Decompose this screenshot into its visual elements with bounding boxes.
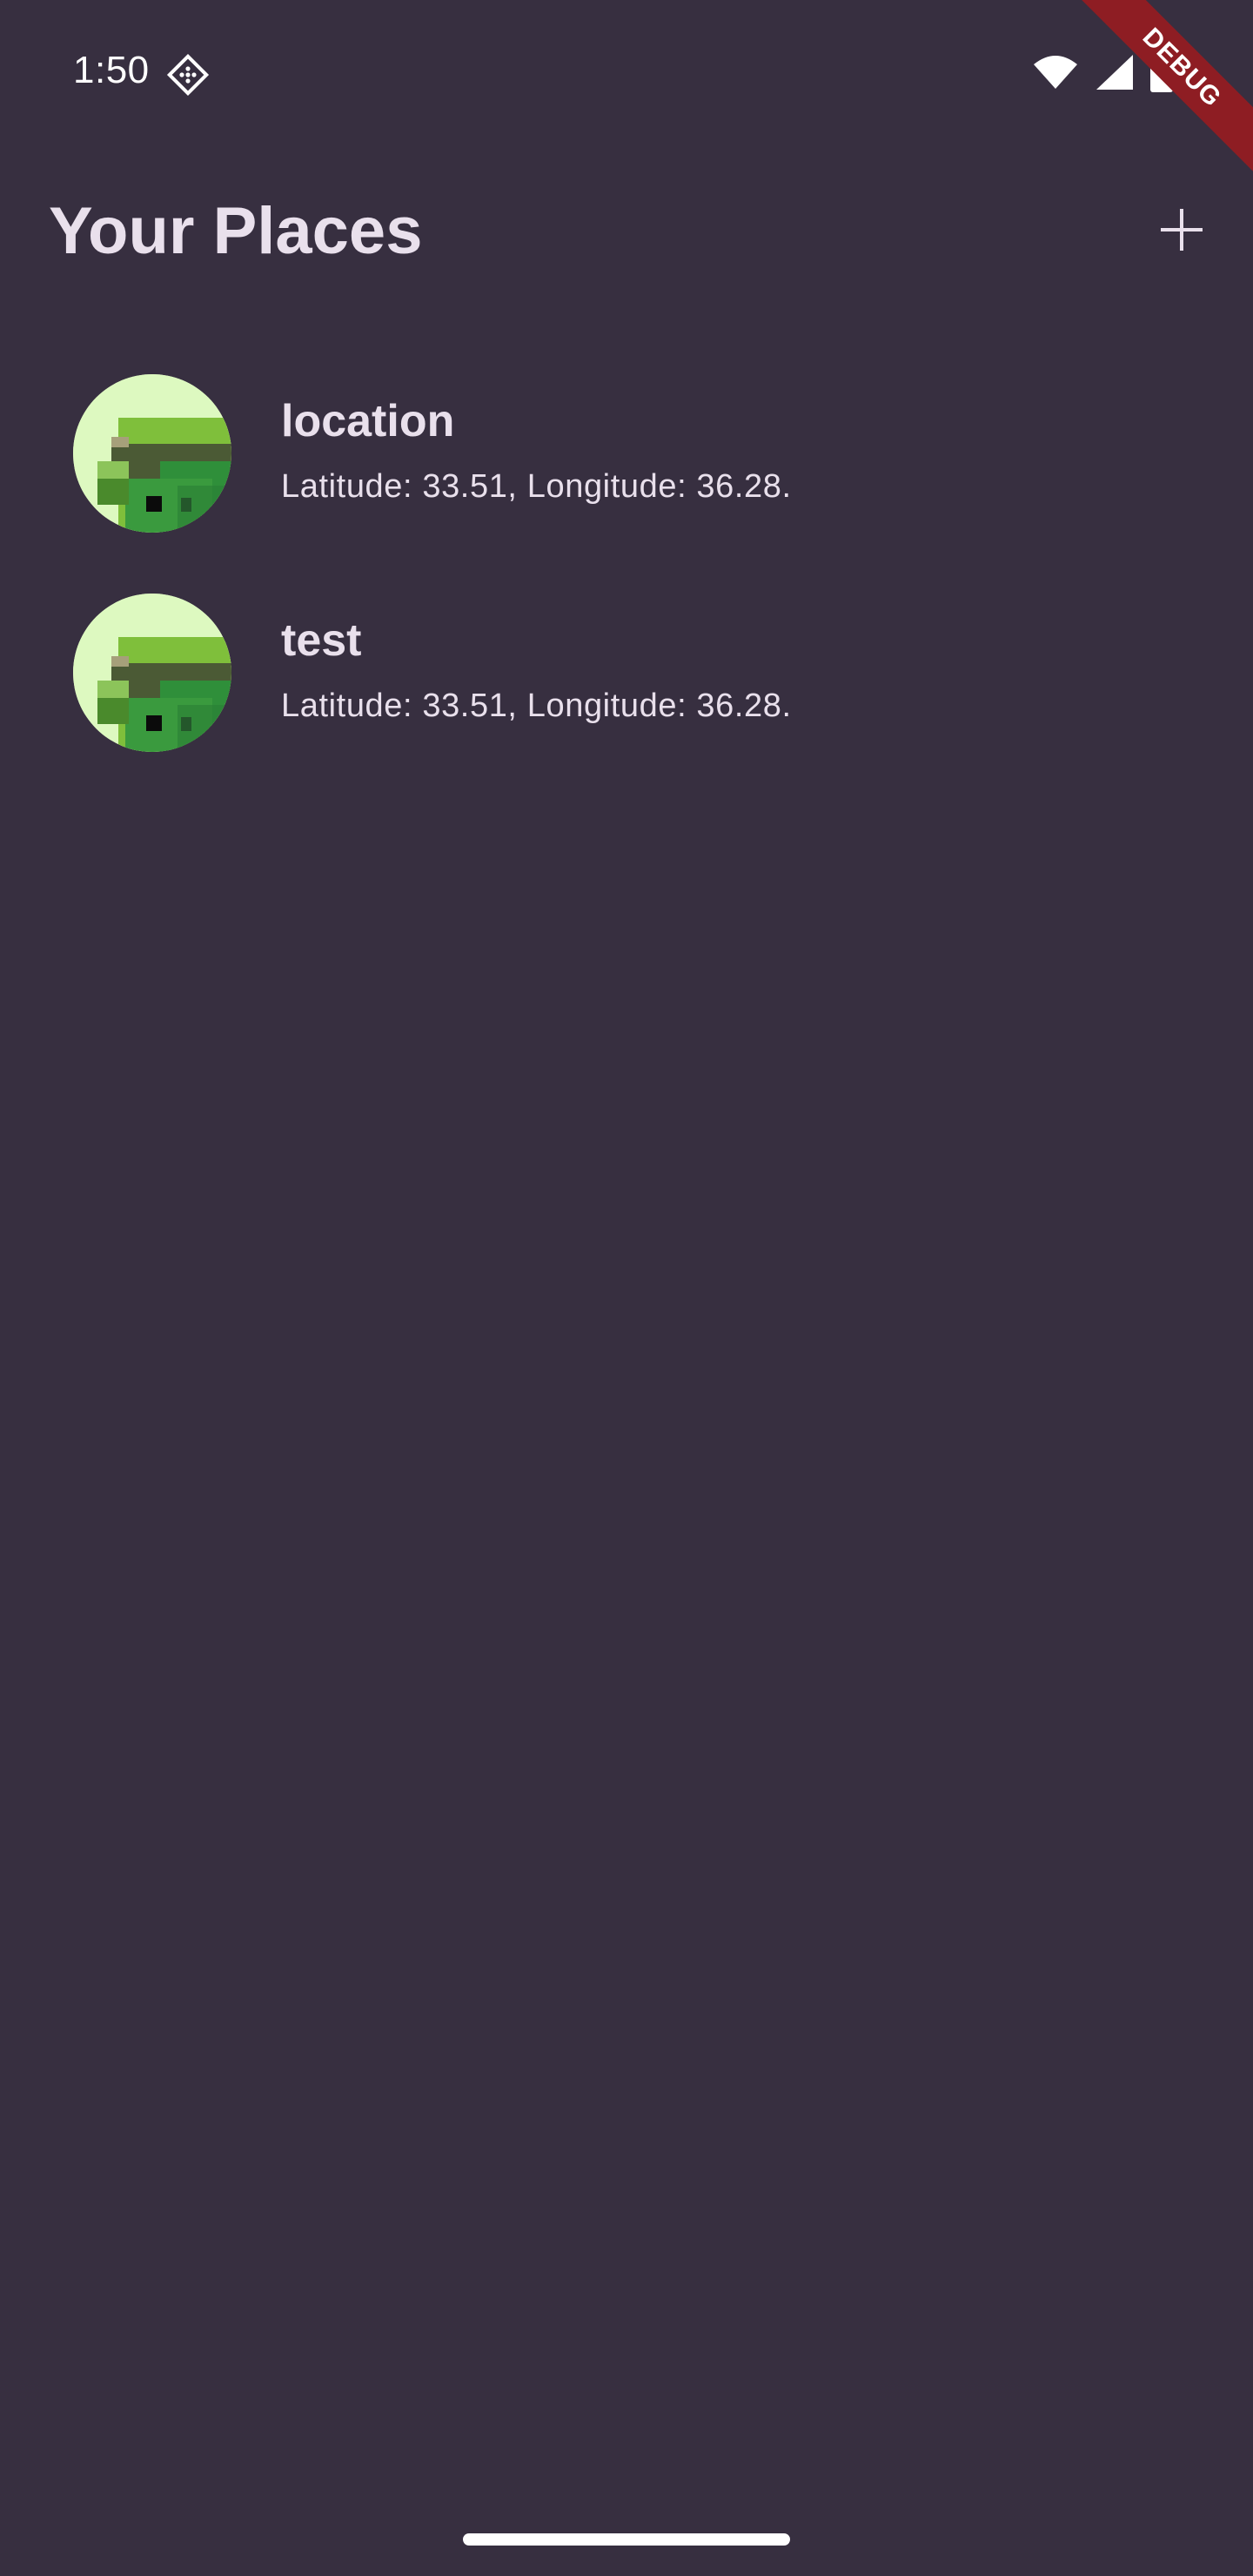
debug-label: DEBUG: [1136, 22, 1228, 113]
place-coordinates: Latitude: 33.51, Longitude: 36.28.: [281, 688, 792, 724]
plus-icon: [1157, 205, 1206, 258]
place-coordinates: Latitude: 33.51, Longitude: 36.28.: [281, 468, 792, 505]
map-thumbnail-avatar: [73, 594, 231, 752]
page-title: Your Places: [49, 194, 423, 268]
screen: 1:50 DEBUG Your Places location Latitude…: [0, 0, 1253, 2576]
status-time: 1:50: [73, 49, 150, 91]
place-title: test: [281, 615, 362, 666]
list-item[interactable]: test Latitude: 33.51, Longitude: 36.28.: [0, 576, 1253, 795]
notification-diamond-icon: [165, 52, 211, 97]
app-bar: Your Places: [0, 148, 1253, 313]
home-indicator[interactable]: [463, 2533, 790, 2546]
add-place-button[interactable]: [1138, 188, 1225, 275]
map-thumbnail-avatar: [73, 374, 231, 533]
place-title: location: [281, 396, 455, 446]
list-item[interactable]: location Latitude: 33.51, Longitude: 36.…: [0, 357, 1253, 576]
places-list: location Latitude: 33.51, Longitude: 36.…: [0, 357, 1253, 795]
